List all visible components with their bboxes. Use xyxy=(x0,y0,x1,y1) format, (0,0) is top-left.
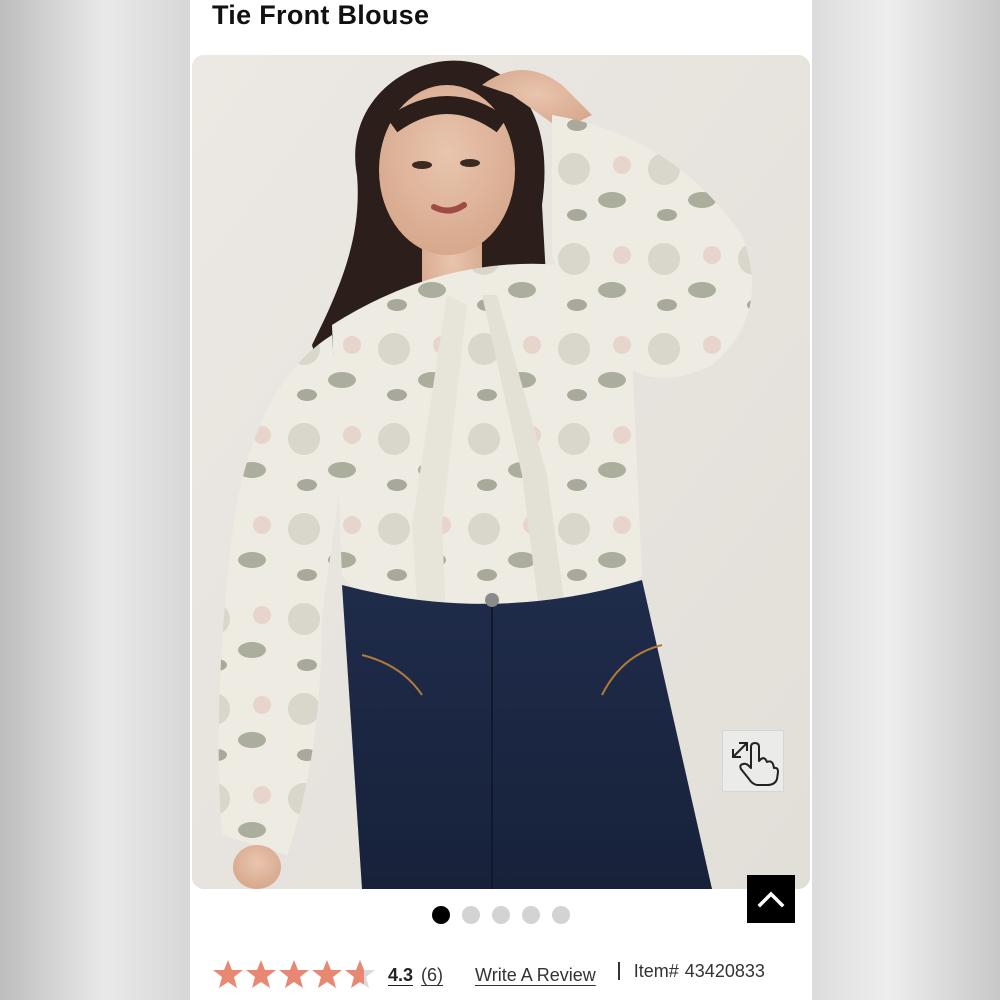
item-number: 43420833 xyxy=(684,960,765,981)
background-left xyxy=(0,0,190,1000)
zoom-button[interactable] xyxy=(722,730,784,792)
gallery-dot-5[interactable] xyxy=(552,906,570,924)
star-icon-2 xyxy=(246,960,276,988)
product-photo xyxy=(192,55,810,889)
divider xyxy=(617,962,620,980)
star-icons xyxy=(213,960,375,988)
product-title: Tie Front Blouse xyxy=(212,0,430,30)
review-row: 4.3 (6) Write A Review Item# 43420833 xyxy=(212,957,802,993)
gallery-dot-4[interactable] xyxy=(522,906,540,924)
star-icon-5 xyxy=(345,960,375,988)
gallery-dot-3[interactable] xyxy=(492,906,510,924)
gallery-dot-2[interactable] xyxy=(462,906,480,924)
gallery-dot-1[interactable] xyxy=(432,906,450,924)
star-icon-4 xyxy=(312,960,342,988)
background-right xyxy=(812,0,1000,1000)
product-panel: Tie Front Blouse 4.3 (6) Write A Review … xyxy=(190,0,812,1000)
star-icon-1 xyxy=(213,960,243,988)
star-icon-3 xyxy=(279,960,309,988)
review-count-link[interactable]: (6) xyxy=(421,965,443,986)
write-review-link[interactable]: Write A Review xyxy=(475,965,596,986)
star-rating[interactable] xyxy=(212,958,382,992)
rating-value[interactable]: 4.3 xyxy=(388,965,413,986)
item-number-label: Item# xyxy=(633,960,679,981)
gallery-pagination xyxy=(190,906,812,924)
zoom-tap-icon xyxy=(732,742,779,786)
product-image[interactable] xyxy=(192,55,810,889)
